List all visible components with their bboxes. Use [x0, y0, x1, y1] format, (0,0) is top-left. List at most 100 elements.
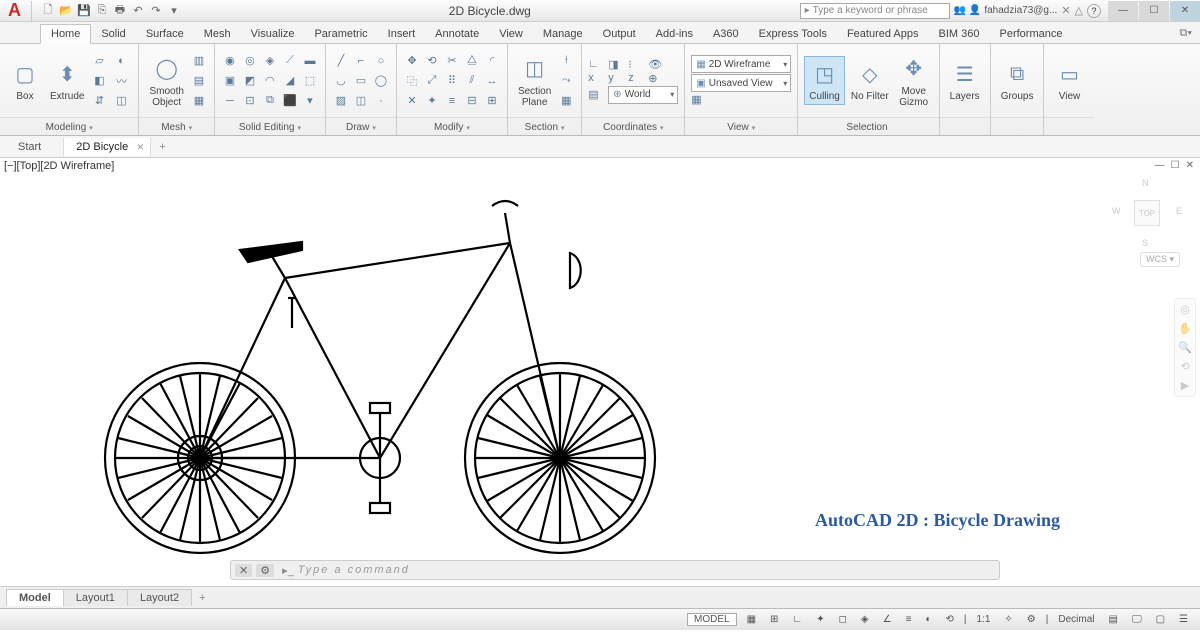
tab-mesh[interactable]: Mesh	[194, 25, 241, 43]
zoom-icon[interactable]: 🔍	[1175, 341, 1195, 354]
separate-icon[interactable]: ⧉	[261, 92, 279, 110]
ucs-3point-icon[interactable]: ⁝	[628, 58, 646, 71]
slice-icon[interactable]: ⟋	[281, 52, 299, 70]
view-button[interactable]: ▭View	[1050, 57, 1088, 104]
rectangle-icon[interactable]: ▭	[352, 72, 370, 90]
layers-button[interactable]: ☰Layers	[946, 57, 984, 104]
status-cycling-icon[interactable]: ⟲	[941, 614, 957, 625]
tab-visualize[interactable]: Visualize	[241, 25, 305, 43]
fillet-edge-icon[interactable]: ◠	[261, 72, 279, 90]
erase-icon[interactable]: ✕	[403, 92, 421, 110]
vp-maximize-icon[interactable]: ☐	[1171, 160, 1180, 171]
sweep-icon[interactable]: 〰	[112, 72, 130, 90]
panel-solid-editing-label[interactable]: Solid Editing	[215, 117, 325, 135]
vp-close-icon[interactable]: ✕	[1186, 160, 1194, 171]
command-line[interactable]: ✕ ⚙ ▸_ Type a command	[230, 560, 1000, 580]
status-polar-icon[interactable]: ✦	[812, 614, 828, 625]
hatch-icon[interactable]: ▨	[332, 92, 350, 110]
loft-icon[interactable]: ◧	[90, 72, 108, 90]
wcs-dropdown[interactable]: WCS ▾	[1140, 252, 1180, 267]
tab-bim360[interactable]: BIM 360	[929, 25, 990, 43]
qat-print-icon[interactable]: 🖶	[112, 3, 128, 19]
tab-featured[interactable]: Featured Apps	[837, 25, 929, 43]
app-icon[interactable]: △	[1075, 4, 1083, 17]
vp-minimize-icon[interactable]: —	[1155, 160, 1165, 171]
status-units[interactable]: Decimal	[1054, 614, 1098, 625]
tab-output[interactable]: Output	[593, 25, 646, 43]
cmdline-options-icon[interactable]: ⚙	[256, 564, 274, 577]
ucs-icon[interactable]: ∟	[588, 58, 606, 71]
move-icon[interactable]: ✥	[403, 52, 421, 70]
file-tab-start[interactable]: Start	[6, 138, 64, 156]
qat-save-icon[interactable]: 💾	[76, 3, 92, 19]
mirror-icon[interactable]: ⧋	[463, 52, 481, 70]
more-modeling-icon[interactable]: ◫	[112, 92, 130, 110]
view-manager-icon[interactable]: ▦	[691, 93, 709, 106]
status-otrack-icon[interactable]: ∠	[879, 614, 896, 625]
named-view-combo[interactable]: ▣Unsaved View	[691, 74, 791, 92]
layout-tab-2[interactable]: Layout2	[127, 589, 192, 606]
status-gear-icon[interactable]: ⚙	[1023, 614, 1040, 625]
layout-tab-model[interactable]: Model	[6, 589, 64, 606]
move-gizmo-button[interactable]: ✥Move Gizmo	[895, 52, 933, 110]
circle-icon[interactable]: ○	[372, 52, 390, 70]
offset-icon[interactable]: ⫽	[463, 72, 481, 90]
status-monitor-icon[interactable]: 🖵	[1128, 614, 1146, 625]
panel-modify-label[interactable]: Modify	[397, 117, 507, 135]
status-snap-icon[interactable]: ⊞	[766, 614, 782, 625]
ucs-y-icon[interactable]: y	[608, 72, 626, 85]
status-3dosnap-icon[interactable]: ◈	[857, 614, 873, 625]
live-section-icon[interactable]: ⟊	[557, 52, 575, 70]
groups-button[interactable]: ⧉Groups	[997, 57, 1038, 104]
array-icon[interactable]: ⠿	[443, 72, 461, 90]
showmotion-icon[interactable]: ▶	[1175, 379, 1195, 392]
point-icon[interactable]: ·	[372, 92, 390, 110]
status-anno-icon[interactable]: ✧	[1000, 614, 1016, 625]
tab-express[interactable]: Express Tools	[749, 25, 837, 43]
scale-icon[interactable]: ⤢	[423, 72, 441, 90]
copy-icon[interactable]: ⿻	[403, 72, 421, 90]
ucs-x-icon[interactable]: x	[588, 72, 606, 85]
arc-icon[interactable]: ◡	[332, 72, 350, 90]
status-scale[interactable]: 1:1	[972, 614, 994, 625]
trim-icon[interactable]: ✂	[443, 52, 461, 70]
viewcube-top[interactable]: TOP	[1134, 200, 1160, 226]
drawing-canvas[interactable]: [−][Top][2D Wireframe] — ☐ ✕ NS WE TOP W…	[0, 158, 1200, 586]
close-tab-icon[interactable]: ✕	[137, 142, 145, 153]
maximize-button[interactable]: ☐	[1139, 1, 1169, 21]
panel-coordinates-label[interactable]: Coordinates	[582, 117, 684, 135]
search-input[interactable]: Type a keyword or phrase	[800, 3, 950, 19]
smooth-object-button[interactable]: ◯Smooth Object	[145, 52, 187, 110]
qat-undo-icon[interactable]: ↶	[130, 3, 146, 19]
box-button[interactable]: ▢Box	[6, 57, 44, 104]
thicken-icon[interactable]: ▬	[301, 52, 319, 70]
polysolid-icon[interactable]: ▱	[90, 52, 108, 70]
revolve-icon[interactable]: ◐	[112, 52, 130, 70]
visual-style-combo[interactable]: ▦2D Wireframe	[691, 55, 791, 73]
extrude-button[interactable]: ⬍Extrude	[46, 57, 88, 104]
tab-parametric[interactable]: Parametric	[304, 25, 377, 43]
mesh-more-icon[interactable]: ▥	[190, 52, 208, 70]
tab-solid[interactable]: Solid	[91, 25, 135, 43]
qat-open-icon[interactable]: 📂	[58, 3, 74, 19]
tab-a360[interactable]: A360	[703, 25, 749, 43]
ucs-origin-icon[interactable]: ⊕	[648, 72, 666, 85]
edge-icon[interactable]: ─	[221, 92, 239, 110]
chamfer-edge-icon[interactable]: ◢	[281, 72, 299, 90]
status-clean-icon[interactable]: ▢	[1152, 614, 1169, 625]
steering-wheel-icon[interactable]: ◎	[1175, 303, 1195, 316]
ucs-z-icon[interactable]: z	[628, 72, 646, 85]
intersect-icon[interactable]: ◈	[261, 52, 279, 70]
qat-saveas-icon[interactable]: ⎘	[94, 3, 110, 19]
break-icon[interactable]: ⊟	[463, 92, 481, 110]
panel-view-label[interactable]: View	[685, 117, 797, 135]
panel-draw-label[interactable]: Draw	[326, 117, 396, 135]
cmdline-close-icon[interactable]: ✕	[235, 564, 252, 577]
tab-insert[interactable]: Insert	[378, 25, 426, 43]
fillet-icon[interactable]: ◜	[483, 52, 501, 70]
close-button[interactable]: ✕	[1170, 1, 1200, 21]
presspull-icon[interactable]: ⇵	[90, 92, 108, 110]
qat-new-icon[interactable]: 🗋	[40, 3, 56, 19]
status-transparency-icon[interactable]: ◐	[921, 614, 935, 625]
help-button[interactable]: ?	[1087, 4, 1101, 18]
